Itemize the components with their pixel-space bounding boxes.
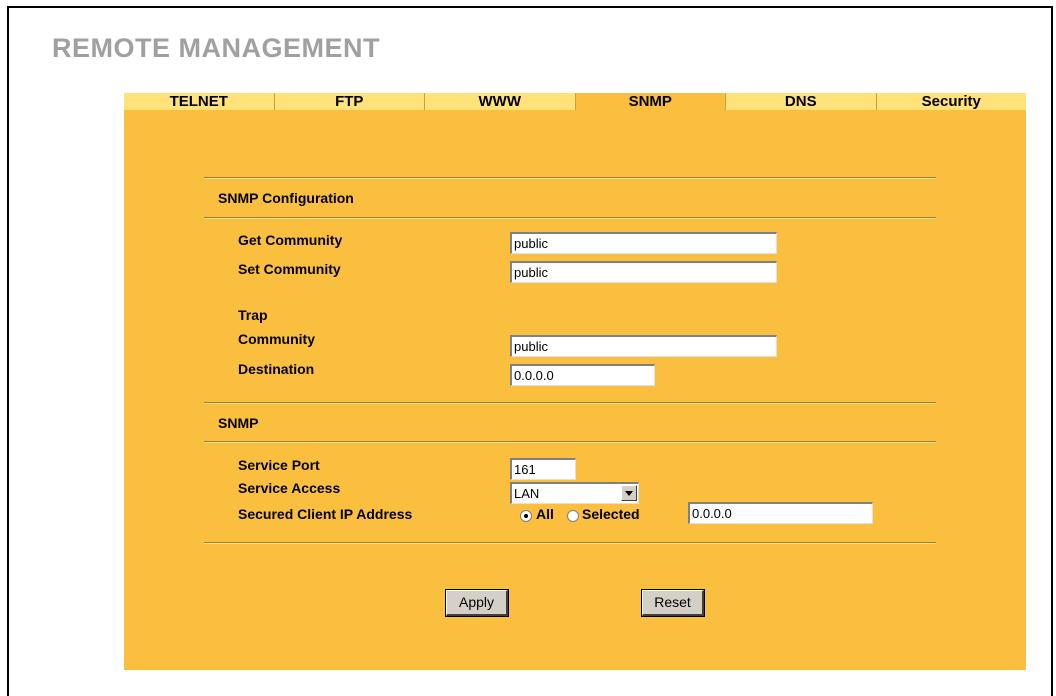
divider: [204, 542, 936, 544]
apply-button[interactable]: Apply: [445, 589, 509, 617]
tab-telnet[interactable]: TELNET: [124, 93, 275, 110]
radio-all[interactable]: [520, 510, 532, 522]
trap-community-label: Community: [238, 331, 315, 347]
tab-ftp[interactable]: FTP: [274, 93, 425, 110]
tab-www[interactable]: WWW: [425, 93, 576, 110]
service-port-label: Service Port: [238, 457, 320, 473]
section-title-snmp: SNMP: [218, 415, 259, 431]
secured-ip-input[interactable]: 0.0.0.0: [688, 502, 873, 524]
trap-community-input[interactable]: public: [510, 335, 777, 357]
radio-selected-label: Selected: [582, 506, 640, 522]
tab-snmp[interactable]: SNMP: [575, 93, 726, 110]
service-access-select[interactable]: LAN: [510, 482, 639, 504]
service-access-value: LAN: [514, 486, 540, 501]
secured-client-ip-label: Secured Client IP Address: [238, 506, 413, 522]
page-title: REMOTE MANAGEMENT: [52, 33, 380, 63]
set-community-input[interactable]: public: [510, 261, 777, 283]
tab-dns[interactable]: DNS: [726, 93, 877, 110]
set-community-label: Set Community: [238, 261, 341, 277]
tab-security[interactable]: Security: [876, 93, 1026, 110]
snmp-panel: SNMP Configuration Get Community public …: [124, 110, 1026, 670]
divider: [204, 441, 936, 443]
section-title-snmp-configuration: SNMP Configuration: [218, 190, 354, 206]
chevron-down-icon[interactable]: [621, 485, 637, 501]
trap-destination-label: Destination: [238, 361, 315, 377]
trap-destination-input[interactable]: 0.0.0.0: [510, 364, 655, 386]
get-community-input[interactable]: public: [510, 232, 777, 254]
trap-label: Trap: [238, 307, 268, 323]
tab-bar: TELNET FTP WWW SNMP DNS Security: [124, 93, 1026, 110]
service-port-input[interactable]: 161: [510, 458, 576, 480]
get-community-label: Get Community: [238, 232, 343, 248]
reset-button[interactable]: Reset: [641, 589, 705, 617]
divider: [204, 217, 936, 219]
radio-selected[interactable]: [567, 510, 579, 522]
radio-all-label: All: [536, 506, 554, 522]
divider: [204, 402, 936, 404]
service-access-label: Service Access: [238, 480, 341, 496]
divider: [204, 177, 936, 179]
